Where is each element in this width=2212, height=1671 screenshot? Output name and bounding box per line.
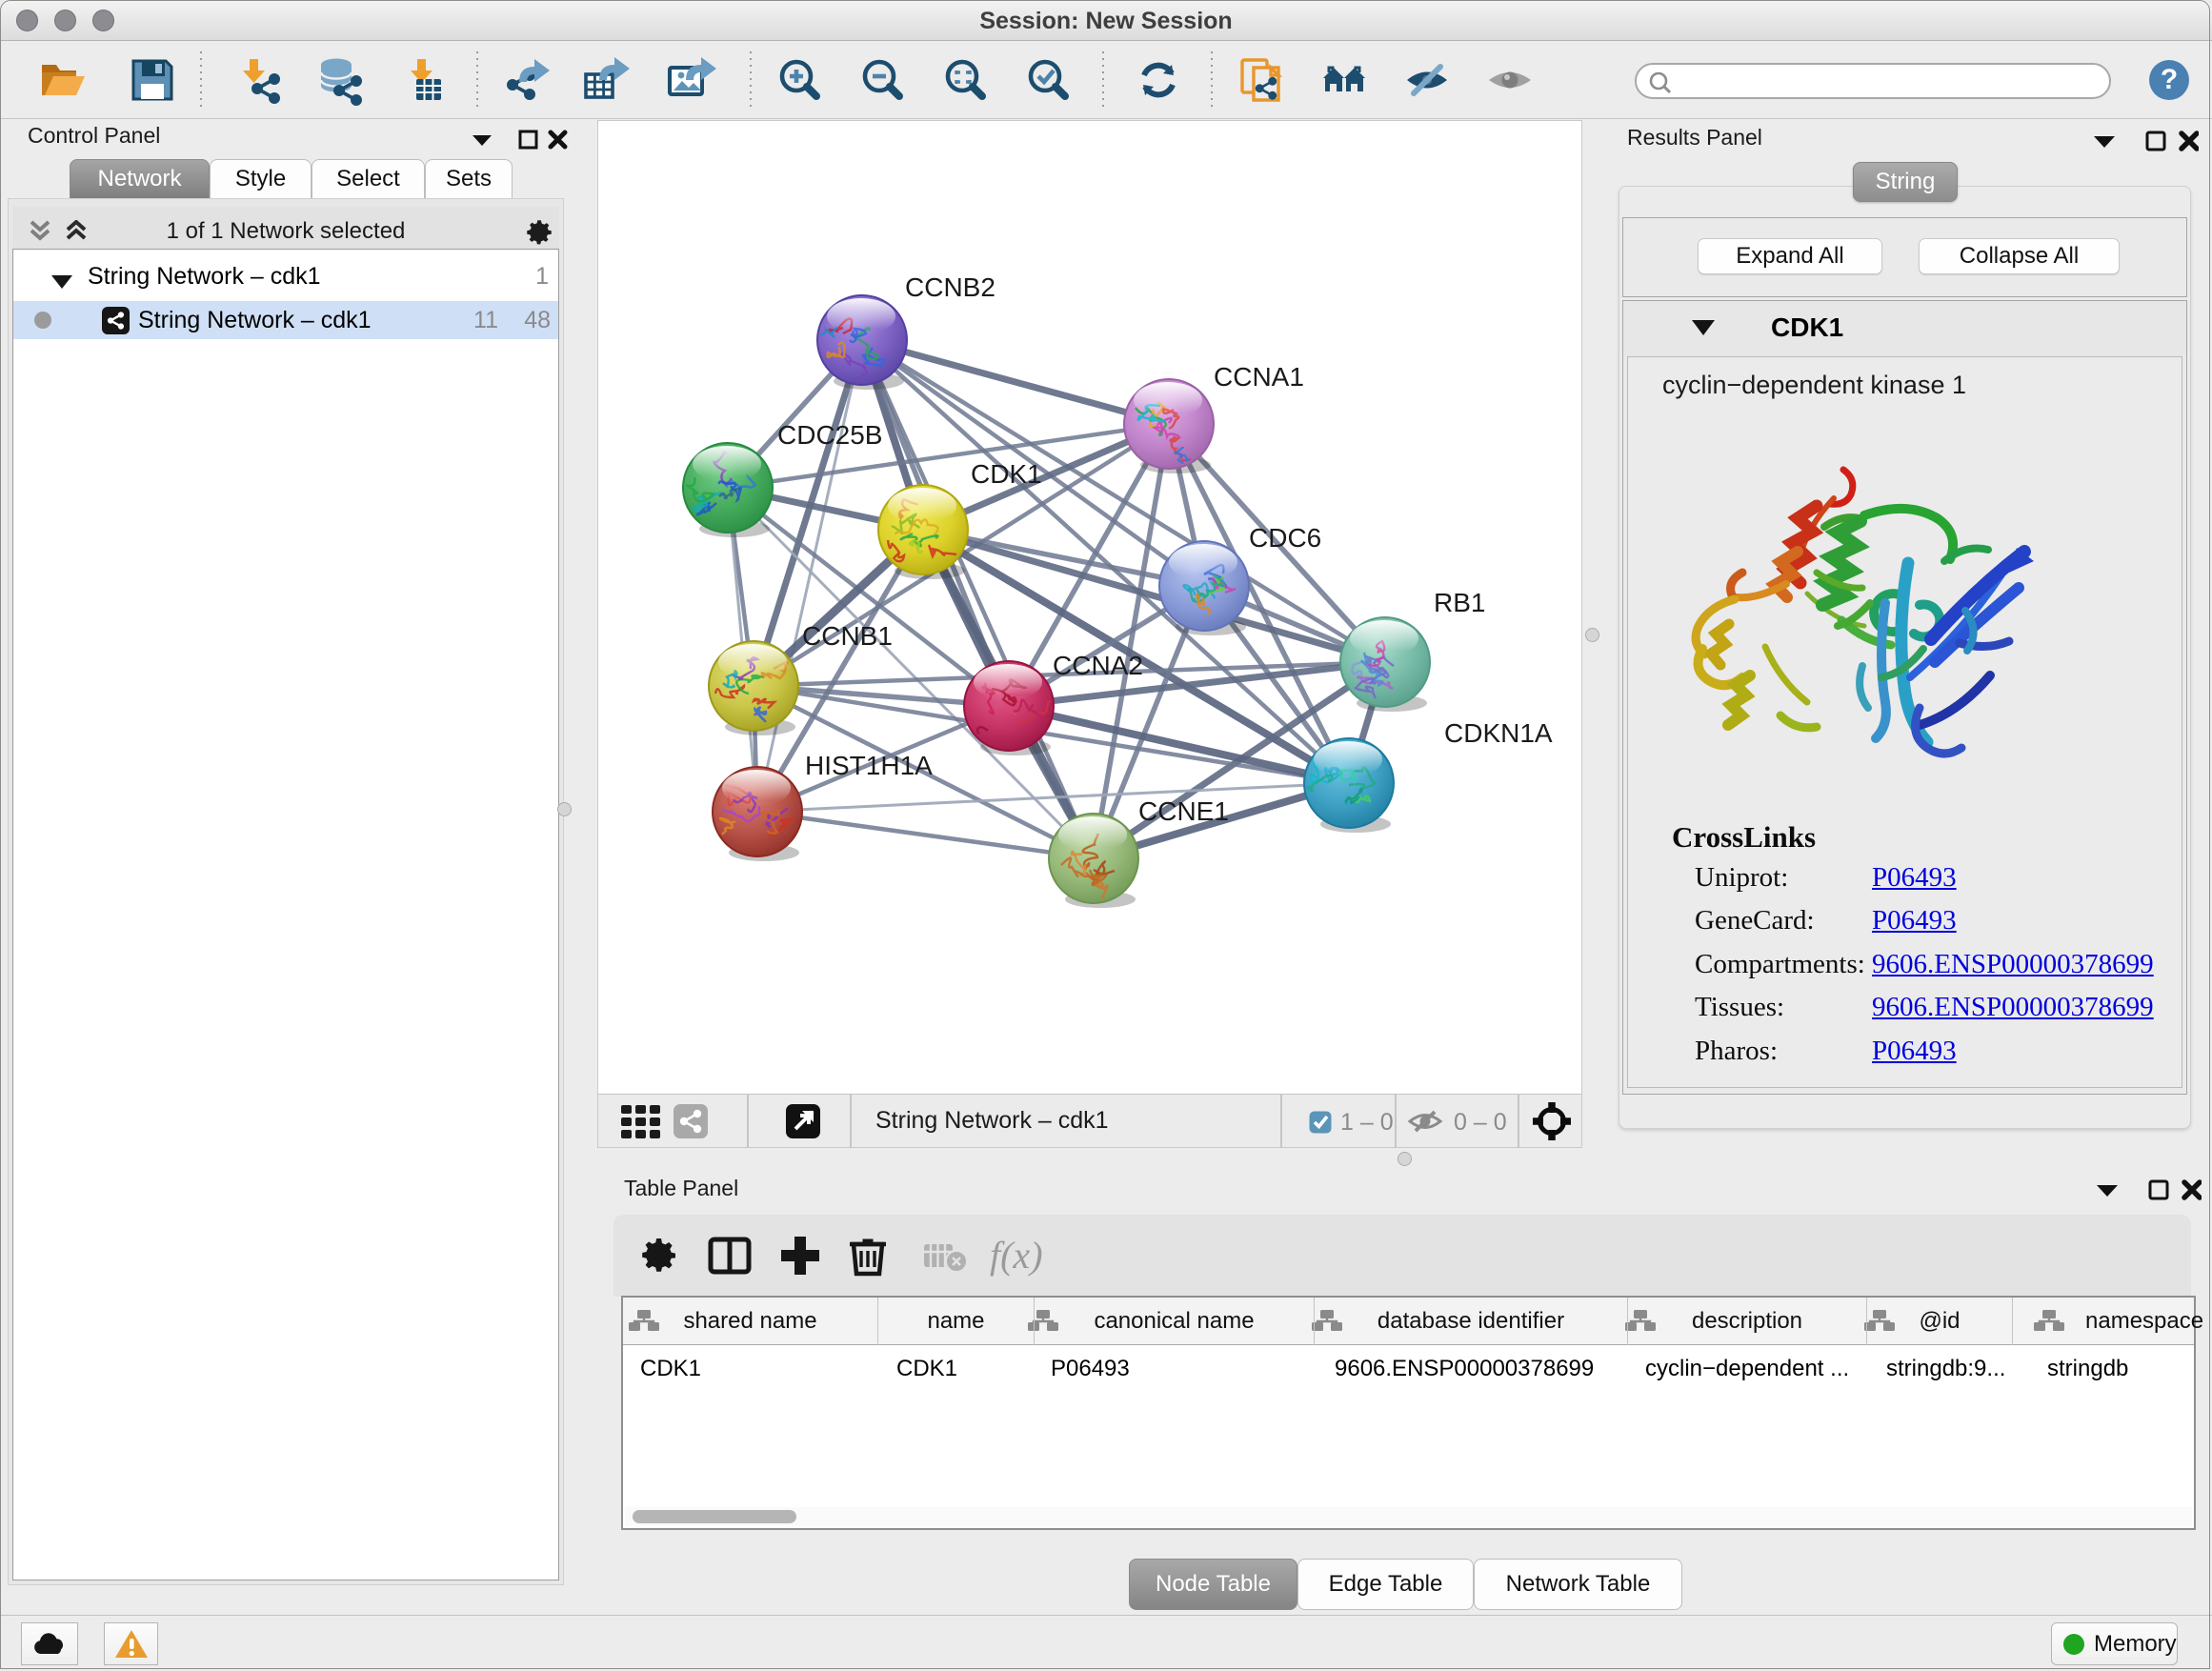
- svg-text:RB1: RB1: [1434, 588, 1485, 617]
- svg-text:CCNA2: CCNA2: [1053, 651, 1143, 680]
- svg-text:CCNB1: CCNB1: [802, 621, 893, 651]
- svg-text:CCNA1: CCNA1: [1214, 362, 1304, 392]
- svg-text:CDC25B: CDC25B: [777, 420, 882, 450]
- svg-text:0 – 0: 0 – 0: [1454, 1109, 1507, 1136]
- svg-text:CCNE1: CCNE1: [1138, 796, 1229, 826]
- svg-text:CDK1: CDK1: [971, 459, 1042, 489]
- svg-text:CCNB2: CCNB2: [905, 272, 995, 302]
- svg-text:CDC6: CDC6: [1249, 523, 1321, 553]
- svg-text:f(x): f(x): [990, 1234, 1043, 1277]
- svg-text:HIST1H1A: HIST1H1A: [805, 751, 933, 780]
- svg-text:CDKN1A: CDKN1A: [1444, 718, 1553, 748]
- svg-text:1 – 0: 1 – 0: [1340, 1109, 1394, 1136]
